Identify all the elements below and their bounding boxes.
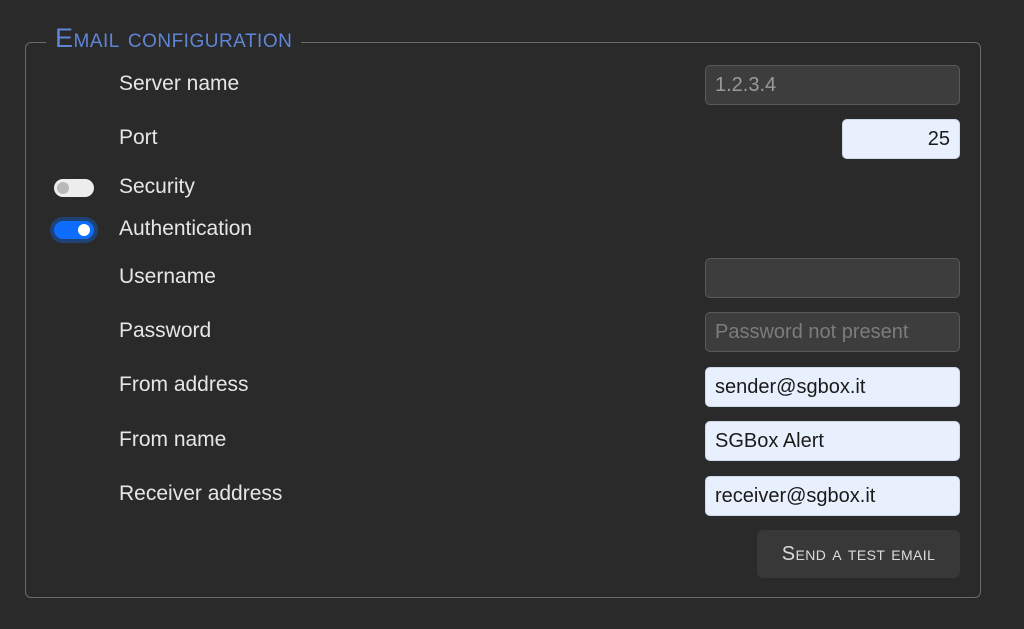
- security-toggle[interactable]: [54, 179, 94, 197]
- username-label: Username: [119, 265, 216, 288]
- authentication-toggle[interactable]: [54, 221, 94, 239]
- server-name-label: Server name: [119, 72, 240, 95]
- toggle-knob: [78, 224, 90, 236]
- port-input[interactable]: [842, 119, 960, 159]
- from-name-label: From name: [119, 428, 227, 451]
- section-title: Email configuration: [46, 20, 302, 56]
- username-input[interactable]: [705, 258, 960, 298]
- from-name-input[interactable]: [705, 421, 960, 461]
- server-name-input[interactable]: [705, 65, 960, 105]
- send-test-email-button[interactable]: Send a test email: [757, 530, 960, 578]
- password-label: Password: [119, 319, 212, 342]
- from-address-label: From address: [119, 373, 249, 396]
- password-input[interactable]: [705, 312, 960, 352]
- from-address-input[interactable]: [705, 367, 960, 407]
- port-label: Port: [119, 126, 158, 149]
- authentication-label: Authentication: [119, 217, 253, 240]
- receiver-address-input[interactable]: [705, 476, 960, 516]
- receiver-address-label: Receiver address: [119, 482, 283, 505]
- security-label: Security: [119, 175, 195, 198]
- toggle-knob: [57, 182, 69, 194]
